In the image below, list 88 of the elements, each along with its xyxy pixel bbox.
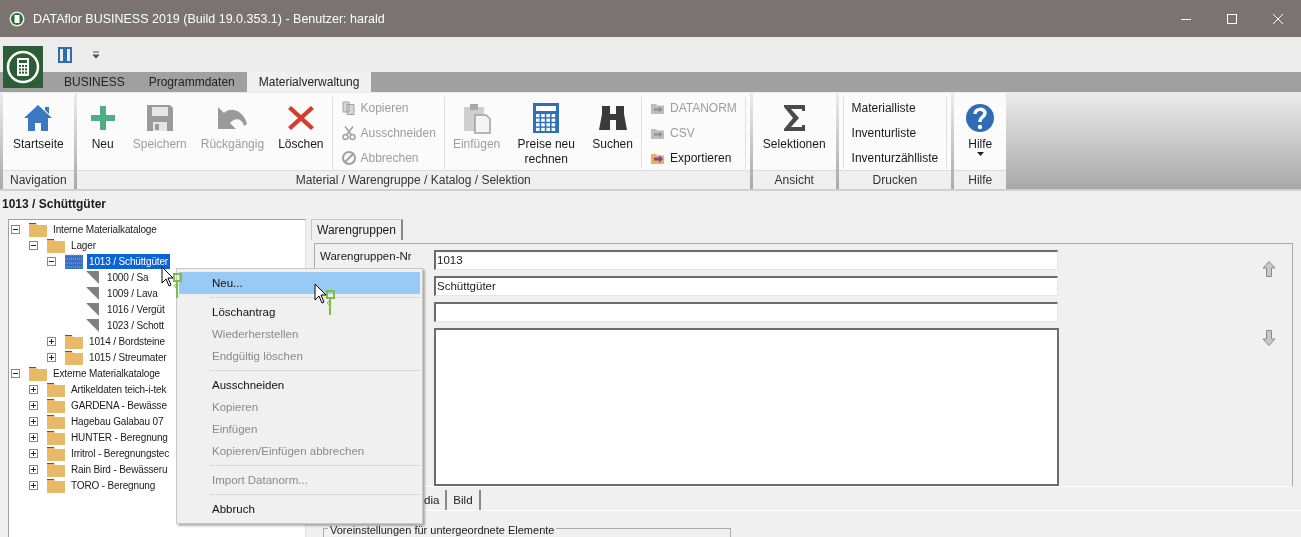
tab[interactable]: Warengruppen [311, 219, 403, 240]
cancel-icon [340, 150, 357, 166]
folder-icon [47, 237, 65, 253]
menu-item[interactable]: Ausschneiden [179, 374, 420, 396]
tree-item[interactable]: Hagebau Galabau 07 [69, 413, 166, 429]
scissors-icon [340, 125, 357, 141]
group-label: Material / Warengruppe / Katalog / Selektion [76, 170, 750, 189]
folder-icon [65, 333, 83, 349]
expander-icon[interactable] [47, 336, 56, 346]
expander-icon[interactable] [29, 384, 38, 394]
text-field[interactable]: Schüttgüter [434, 276, 1058, 296]
expander-icon[interactable] [29, 400, 38, 410]
expander-icon[interactable] [29, 240, 38, 250]
folder-icon [29, 221, 47, 237]
tree-item[interactable]: Lager [69, 237, 98, 253]
ribbon-button[interactable]: Suchen [586, 97, 639, 154]
ribbon-button[interactable]: Startseite [7, 97, 70, 154]
help-icon [964, 102, 997, 134]
arrow-up-icon[interactable] [1262, 261, 1276, 277]
arrow-down-icon[interactable] [1262, 330, 1276, 346]
menu-item[interactable]: Neu... [179, 272, 420, 294]
group-label: Drucken [838, 170, 952, 189]
menu-item[interactable]: Löschantrag [179, 301, 420, 323]
tree-item[interactable]: 1009 / Lava [105, 285, 160, 301]
app-menu-button[interactable] [3, 46, 43, 88]
tree-item[interactable]: 1016 / Vergüt [105, 301, 167, 317]
expander-icon[interactable] [47, 256, 56, 266]
tree-item[interactable]: 1014 / Bordsteine [87, 333, 167, 349]
window-title: DATAflor BUSINESS 2019 (Build 19.0.353.1) - Benutzer: harald [33, 11, 385, 26]
copy-icon [340, 100, 357, 116]
ribbon-tab[interactable]: Materialverwaltung [246, 72, 372, 92]
folder-icon [29, 365, 47, 381]
tree-item[interactable]: Interne Materialkataloge [51, 221, 159, 237]
tree-item[interactable]: HUNTER - Beregnung [69, 429, 170, 445]
tree-item[interactable]: 1015 / Streumater [87, 349, 169, 365]
ribbon-button[interactable]: Hilfe [958, 97, 1003, 158]
tree-item[interactable]: Rain Bird - Bewässeru [69, 461, 170, 477]
group-label: Ansicht [752, 170, 836, 189]
ribbon-button[interactable]: Materialliste [851, 97, 939, 119]
tree-item[interactable]: Externe Materialkataloge [51, 365, 162, 381]
breadcrumb-heading: 1013 / Schüttgüter [1, 196, 108, 213]
group-box-title: Voreinstellungen für untergeordnete Elemente [328, 525, 557, 535]
expander-icon[interactable] [47, 352, 56, 362]
tree-item[interactable]: Irritrol - Beregnungstec [69, 445, 172, 461]
expander-icon[interactable] [29, 480, 38, 490]
tree-item[interactable]: GARDENA - Bewässe [69, 397, 169, 413]
ribbon-tab[interactable]: Programmdaten [136, 72, 247, 92]
folder-icon [47, 461, 65, 477]
ribbon-button[interactable]: Löschen [272, 97, 330, 154]
expander-icon[interactable] [11, 368, 20, 378]
layout-columns-icon[interactable] [58, 46, 72, 63]
tree-item[interactable]: 1013 / Schüttgüter [87, 253, 171, 269]
group-label: Hilfe [954, 170, 1007, 189]
folder-icon [47, 445, 65, 461]
caret-icon [976, 152, 984, 156]
tree-item[interactable]: 1000 / Sa [105, 269, 151, 285]
calculator-icon [6, 50, 40, 84]
ribbon-button[interactable]: Inventurzählliste [851, 147, 939, 169]
tab[interactable]: Bild [447, 490, 481, 510]
ribbon-button[interactable]: Exportieren [649, 147, 737, 169]
expander-icon[interactable] [29, 464, 38, 474]
tree-item[interactable]: Artikeldaten teich-i-tek [69, 381, 169, 397]
ribbon-button[interactable]: Preise neu rechnen [508, 97, 585, 169]
folder-icon [47, 413, 65, 429]
expander-icon[interactable] [29, 416, 38, 426]
text-field[interactable]: 1013 [434, 250, 1058, 270]
tree-item[interactable]: TORO - Beregnung [69, 477, 158, 493]
folder-icon [65, 253, 83, 269]
caret-icon[interactable] [92, 50, 100, 59]
field-label: Warengruppen-Nr [320, 250, 412, 262]
ribbon-button[interactable]: Neu [80, 97, 125, 154]
folder-icon [47, 477, 65, 493]
ribbon-button[interactable]: Selektionen [756, 97, 832, 154]
tree-item[interactable]: 1023 / Schott [105, 317, 166, 333]
expander-icon[interactable] [29, 448, 38, 458]
menu-item[interactable]: Abbruch [179, 498, 420, 520]
text-field[interactable] [434, 302, 1058, 322]
ribbon-button[interactable]: Inventurliste [851, 122, 939, 144]
folder-icon [47, 429, 65, 445]
app-icon [9, 10, 25, 27]
expander-icon[interactable] [29, 432, 38, 442]
folder-icon [47, 381, 65, 397]
expander-icon[interactable] [11, 224, 20, 234]
folder-icon [47, 397, 65, 413]
text-area[interactable] [434, 328, 1059, 486]
folder-icon [65, 349, 83, 365]
group-label: Navigation [3, 170, 74, 189]
ribbon-tab[interactable]: BUSINESS [52, 72, 137, 92]
